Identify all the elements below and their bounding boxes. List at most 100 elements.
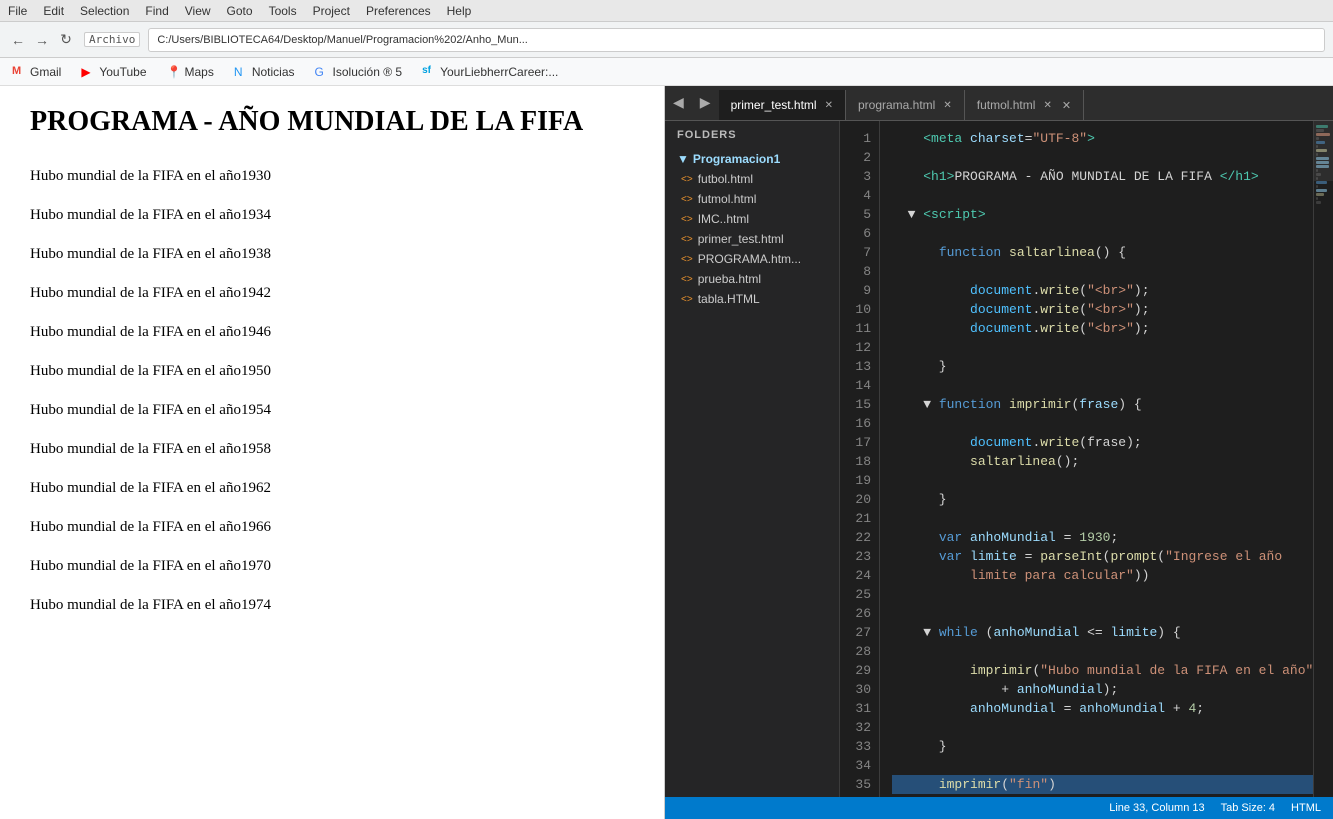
status-tab-size: Tab Size: 4 bbox=[1221, 802, 1275, 814]
code-line-17: document.write(frase); bbox=[892, 433, 1313, 452]
folder-programacion1[interactable]: ▼ Programacion1 bbox=[665, 149, 839, 169]
menu-file[interactable]: File bbox=[8, 4, 27, 18]
tab-primer-test-close[interactable]: ✕ bbox=[825, 100, 833, 111]
bookmark-maps[interactable]: 📍 Maps bbox=[163, 63, 218, 81]
file-prueba[interactable]: <> prueba.html bbox=[665, 269, 839, 289]
back-button[interactable]: ← bbox=[8, 30, 28, 50]
refresh-button[interactable]: ↻ bbox=[56, 30, 76, 50]
file-futmol[interactable]: <> futmol.html bbox=[665, 189, 839, 209]
code-area[interactable]: 1 2 3 4 5 6 7 8 9 10 11 12 13 14 15 16 1 bbox=[840, 121, 1333, 797]
file-tabla[interactable]: <> tabla.HTML bbox=[665, 289, 839, 309]
tab-primer-test[interactable]: primer_test.html ✕ bbox=[719, 90, 846, 120]
bookmark-youtube[interactable]: ▶ YouTube bbox=[77, 63, 150, 81]
file-icon-futbol: <> bbox=[681, 174, 693, 185]
ln-25: 25 bbox=[840, 585, 879, 604]
ln-31: 31 bbox=[840, 699, 879, 718]
bookmark-isolucion[interactable]: G Isolución ® 5 bbox=[311, 63, 407, 81]
code-line-31: } bbox=[892, 737, 1313, 756]
forward-button[interactable]: → bbox=[32, 30, 52, 50]
menu-help[interactable]: Help bbox=[447, 4, 472, 18]
tab-futmol[interactable]: futmol.html ✕ ✕ bbox=[965, 90, 1084, 120]
code-line-28: imprimir("Hubo mundial de la FIFA en el … bbox=[892, 661, 1313, 680]
folders-title: FOLDERS bbox=[665, 121, 839, 149]
entry-1970: Hubo mundial de la FIFA en el año1970 bbox=[30, 558, 634, 575]
entry-1938: Hubo mundial de la FIFA en el año1938 bbox=[30, 246, 634, 263]
ln-34: 34 bbox=[840, 756, 879, 775]
maps-icon: 📍 bbox=[167, 65, 181, 79]
ln-14: 14 bbox=[840, 376, 879, 395]
entry-1974: Hubo mundial de la FIFA en el año1974 bbox=[30, 597, 634, 614]
file-icon-prueba: <> bbox=[681, 274, 693, 285]
file-primer-test[interactable]: <> primer_test.html bbox=[665, 229, 839, 249]
minimap-line-1 bbox=[1316, 125, 1328, 128]
tab-nav-left[interactable]: ◀ bbox=[665, 86, 692, 120]
ln-35: 35 bbox=[840, 775, 879, 794]
bookmark-gmail[interactable]: M Gmail bbox=[8, 63, 65, 81]
file-icon-primer: <> bbox=[681, 234, 693, 245]
menu-project[interactable]: Project bbox=[313, 4, 350, 18]
bookmark-gmail-label: Gmail bbox=[30, 65, 61, 79]
browser-chrome: ← → ↻ Archivo bbox=[0, 22, 1333, 58]
menu-view[interactable]: View bbox=[185, 4, 211, 18]
status-bar: Line 33, Column 13 Tab Size: 4 HTML bbox=[665, 797, 1333, 819]
address-bar[interactable] bbox=[148, 28, 1325, 52]
code-line-14 bbox=[892, 376, 1313, 395]
tab-programa-close[interactable]: ✕ bbox=[943, 100, 951, 111]
menu-find[interactable]: Find bbox=[145, 4, 168, 18]
code-line-4 bbox=[892, 186, 1313, 205]
code-editor: ◀ ▶ primer_test.html ✕ programa.html ✕ f… bbox=[665, 86, 1333, 819]
ln-28: 28 bbox=[840, 642, 879, 661]
ln-11: 11 bbox=[840, 319, 879, 338]
code-line-5: ▼ <script> bbox=[892, 205, 1313, 224]
ln-1: 1 bbox=[840, 129, 879, 148]
tab-primer-test-label: primer_test.html bbox=[731, 98, 817, 112]
file-icon-imc: <> bbox=[681, 214, 693, 225]
tab-nav-right[interactable]: ▶ bbox=[692, 86, 719, 120]
code-line-15: ▼ function imprimir(frase) { bbox=[892, 395, 1313, 414]
minimap-line-3 bbox=[1316, 133, 1329, 136]
entry-1930: Hubo mundial de la FIFA en el año1930 bbox=[30, 168, 634, 185]
file-programa-label: PROGRAMA.htm... bbox=[698, 252, 801, 266]
minimap-line-18 bbox=[1316, 193, 1323, 196]
menu-preferences[interactable]: Preferences bbox=[366, 4, 431, 18]
entry-1958: Hubo mundial de la FIFA en el año1958 bbox=[30, 441, 634, 458]
ln-13: 13 bbox=[840, 357, 879, 376]
menu-goto[interactable]: Goto bbox=[227, 4, 253, 18]
status-type: HTML bbox=[1291, 802, 1321, 814]
minimap-line-17 bbox=[1316, 189, 1327, 192]
ln-2: 2 bbox=[840, 148, 879, 167]
code-line-8 bbox=[892, 262, 1313, 281]
ln-12: 12 bbox=[840, 338, 879, 357]
code-line-30 bbox=[892, 718, 1313, 737]
file-imc[interactable]: <> IMC..html bbox=[665, 209, 839, 229]
ln-29: 29 bbox=[840, 661, 879, 680]
noticias-icon: N bbox=[234, 65, 248, 79]
tab-futmol-x2[interactable]: ✕ bbox=[1062, 99, 1071, 112]
bookmarks-bar: M Gmail ▶ YouTube 📍 Maps N Noticias G Is… bbox=[0, 58, 1333, 86]
menu-tools[interactable]: Tools bbox=[269, 4, 297, 18]
ln-4: 4 bbox=[840, 186, 879, 205]
file-programa[interactable]: <> PROGRAMA.htm... bbox=[665, 249, 839, 269]
code-line-13: } bbox=[892, 357, 1313, 376]
menu-selection[interactable]: Selection bbox=[80, 4, 129, 18]
bookmark-liebherr-label: YourLiebherrCareer:... bbox=[440, 65, 558, 79]
code-line-32 bbox=[892, 756, 1313, 775]
tab-programa[interactable]: programa.html ✕ bbox=[846, 90, 965, 120]
menu-edit[interactable]: Edit bbox=[43, 4, 64, 18]
code-line-21 bbox=[892, 509, 1313, 528]
ln-21: 21 bbox=[840, 509, 879, 528]
minimap-line-11 bbox=[1316, 165, 1328, 168]
code-line-11: document.write("<br>"); bbox=[892, 319, 1313, 338]
code-content[interactable]: <meta charset="UTF-8"> <h1>PROGRAMA - AÑ… bbox=[880, 121, 1313, 797]
bookmark-noticias[interactable]: N Noticias bbox=[230, 63, 299, 81]
status-line-col: Line 33, Column 13 bbox=[1109, 802, 1204, 814]
tab-futmol-close[interactable]: ✕ bbox=[1043, 100, 1051, 111]
code-line-23: var limite = parseInt(prompt("Ingrese el… bbox=[892, 547, 1313, 566]
bookmark-liebherr[interactable]: sf YourLiebherrCareer:... bbox=[418, 63, 562, 81]
ln-33: 33 bbox=[840, 737, 879, 756]
main-area: PROGRAMA - AÑO MUNDIAL DE LA FIFA Hubo m… bbox=[0, 86, 1333, 819]
status-column: Column 13 bbox=[1151, 802, 1204, 814]
nav-buttons: ← → ↻ bbox=[8, 30, 76, 50]
folder-arrow: ▼ bbox=[677, 152, 689, 166]
file-futbol[interactable]: <> futbol.html bbox=[665, 169, 839, 189]
